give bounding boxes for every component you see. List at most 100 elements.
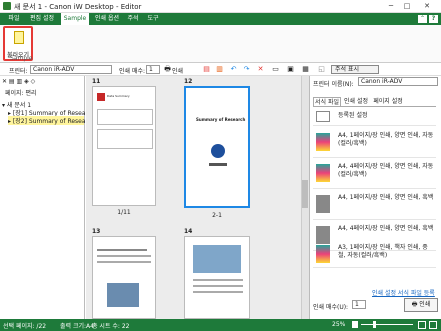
setting-text: A4, 4페이지/장 인쇄, 양면 인쇄, 자동(컬러/흑백)	[338, 163, 434, 178]
close-button[interactable]: ✕	[420, 1, 434, 12]
setting-text: A4, 1페이지/장 인쇄, 양면 인쇄, 흑백	[338, 194, 434, 201]
stamp-icon[interactable]: ▥	[215, 65, 224, 74]
view-icon[interactable]: ◱	[317, 65, 326, 74]
text-line	[209, 163, 227, 166]
total-pages-status: 총 시트 수: 22	[92, 323, 130, 330]
annotation-toggle[interactable]: 주석 표시	[331, 65, 379, 74]
panel-header: 페이지: 편리	[5, 90, 37, 97]
tree-item-label: [장2] Summary of Resea	[12, 118, 86, 125]
table-block	[97, 109, 153, 125]
page-caption: 2-1	[212, 212, 222, 219]
setting-item[interactable]: A4, 4페이지/장 인쇄, 양면 인쇄, 자동(컬러/흑백)	[313, 159, 436, 189]
minimize-button[interactable]: ─	[384, 1, 398, 12]
tab-edit-settings[interactable]: 편집 설정	[27, 13, 57, 25]
layout-icon[interactable]: ▦	[301, 65, 310, 74]
setting-text: A4, 1페이지/장 인쇄, 양면 인쇄, 자동(컬러/흑백)	[338, 132, 434, 147]
print-settings-panel: 프린터 이름(N): Canon iR-ADV 서식 파일 인쇄 설정 페이지 …	[309, 76, 441, 319]
zoom-slider-thumb[interactable]	[373, 321, 376, 328]
copies-label: 인쇄 매수:	[119, 68, 146, 75]
page-thumbnail[interactable]: Data Summary	[92, 86, 156, 206]
printer-name-select[interactable]: Canon iR-ADV	[358, 77, 438, 86]
redo-icon[interactable]: ↷	[242, 65, 251, 74]
page-thumbnail-selected[interactable]: Summary of Research	[184, 86, 250, 208]
page-canvas: 11 Data Summary 1/11 12 Summary of Resea…	[86, 76, 309, 319]
tab-print-settings[interactable]: 인쇄 설정	[342, 97, 370, 106]
tab-annotation[interactable]: 주석	[125, 13, 141, 25]
fit-width-icon[interactable]	[429, 321, 437, 329]
page-icon[interactable]: ▭	[271, 65, 280, 74]
print-button-label: 인쇄	[419, 301, 431, 308]
page-heading: Data Summary	[107, 94, 130, 98]
page-tree-panel: ✕ ▤ ▥ ◈ ◇ 페이지: 편리 ▾ 새 문서 1 ▸ [장1] Summar…	[0, 76, 86, 319]
scrollbar-thumb[interactable]	[302, 180, 308, 208]
copies-value: 1	[149, 66, 153, 73]
page-number: 14	[184, 228, 193, 235]
page-caption: 1/11	[117, 209, 131, 216]
setting-item[interactable]: 등록된 설정	[313, 108, 436, 126]
fit-page-icon[interactable]	[418, 321, 426, 329]
printer-select[interactable]: Canon iR-ADV	[30, 65, 112, 74]
tab-tools[interactable]: 도구	[145, 13, 161, 25]
settings-list-icon	[316, 111, 330, 122]
ribbon-group: Sample	[0, 55, 441, 63]
color-duplex-icon	[316, 133, 330, 151]
register-template-link[interactable]: 인쇄 설정 서식 파일 등록	[372, 288, 435, 297]
seal-icon	[211, 144, 225, 158]
page-number: 12	[184, 78, 193, 85]
print-button[interactable]: 인쇄	[172, 66, 183, 75]
right-copies-label: 인쇄 매수(U):	[313, 304, 349, 311]
tab-template[interactable]: 서식 파일	[313, 97, 341, 106]
annotation-toggle-label: 주석 표시	[335, 66, 359, 73]
output-size-status: 출력 크기:A4	[60, 323, 94, 330]
logo-icon	[97, 93, 105, 101]
undo-icon[interactable]: ↶	[229, 65, 238, 74]
right-copies-value: 1	[355, 301, 359, 308]
text-line	[193, 279, 243, 281]
printer-name-value: Canon iR-ADV	[361, 78, 403, 85]
document-icon[interactable]: ▤	[202, 65, 211, 74]
color-nup-icon	[316, 164, 330, 182]
app-icon	[3, 2, 11, 10]
print-button[interactable]: 🖶 인쇄	[404, 298, 438, 312]
printer-name-label: 프린터 이름(N):	[313, 81, 354, 88]
tree-item-2[interactable]: ▸ [장2] Summary of Resea	[8, 116, 86, 125]
maximize-button[interactable]: □	[400, 1, 414, 12]
text-line	[97, 255, 151, 257]
photo-image	[193, 245, 241, 273]
toolbar: 프린터: Canon iR-ADV 인쇄 매수: 1 🖶 인쇄 ▤ ▥ ↶ ↷ …	[0, 63, 441, 76]
setting-text: A4, 4페이지/장 인쇄, 양면 인쇄, 흑백	[338, 225, 434, 232]
help-icon[interactable]: ?	[429, 15, 438, 23]
printer-label: 프린터:	[9, 68, 28, 75]
page-thumbnail[interactable]	[184, 236, 250, 319]
ribbon-collapse-icon[interactable]: ⌃	[418, 15, 427, 23]
delete-icon[interactable]: ✕	[256, 65, 265, 74]
tab-file[interactable]: 파일	[4, 13, 24, 25]
tab-sample[interactable]: Sample	[61, 13, 89, 25]
setting-text: A3, 1페이지/장 인쇄, 책자 인쇄, 중철, 자동(컬러/흑백)	[338, 244, 428, 259]
open-file-icon	[14, 31, 24, 44]
printer-icon[interactable]: 🖶	[163, 65, 172, 74]
setting-item[interactable]: A4, 1페이지/장 인쇄, 양면 인쇄, 자동(컬러/흑백)	[313, 128, 436, 158]
ribbon-group-label: Sample	[10, 55, 33, 62]
window-title: 새 문서 1 - Canon iW Desktop - Editor	[14, 3, 142, 11]
page-thumbnail[interactable]	[92, 236, 156, 319]
photo-image	[107, 283, 139, 307]
tab-page-settings[interactable]: 페이지 설정	[372, 97, 404, 106]
status-bar: 선택 페이지: /22 출력 크기:A4 총 시트 수: 22 25%	[0, 319, 441, 331]
zoom-icon[interactable]	[352, 321, 358, 328]
copies-input[interactable]: 1	[146, 65, 160, 74]
tab-divider	[313, 106, 436, 107]
page-number: 13	[92, 228, 101, 235]
text-line	[97, 249, 147, 251]
page-heading: Summary of Research	[196, 117, 246, 122]
pages-icon[interactable]: ▣	[286, 65, 295, 74]
tab-print-options[interactable]: 인쇄 옵션	[92, 13, 122, 25]
setting-item[interactable]: A4, 1페이지/장 인쇄, 양면 인쇄, 흑백	[313, 190, 436, 220]
ribbon-tabs: 파일 편집 설정 Sample 인쇄 옵션 주석 도구 ⌃ ?	[0, 13, 441, 25]
zoom-level: 25%	[332, 321, 346, 328]
setting-item[interactable]: A3, 1페이지/장 인쇄, 책자 인쇄, 중철, 자동(컬러/흑백)	[313, 240, 436, 268]
right-copies-input[interactable]: 1	[352, 300, 366, 309]
printer-select-value: Canon iR-ADV	[33, 66, 75, 73]
zoom-slider-track[interactable]	[361, 324, 413, 325]
tree-toolbar-icons[interactable]: ✕ ▤ ▥ ◈ ◇	[2, 78, 35, 85]
